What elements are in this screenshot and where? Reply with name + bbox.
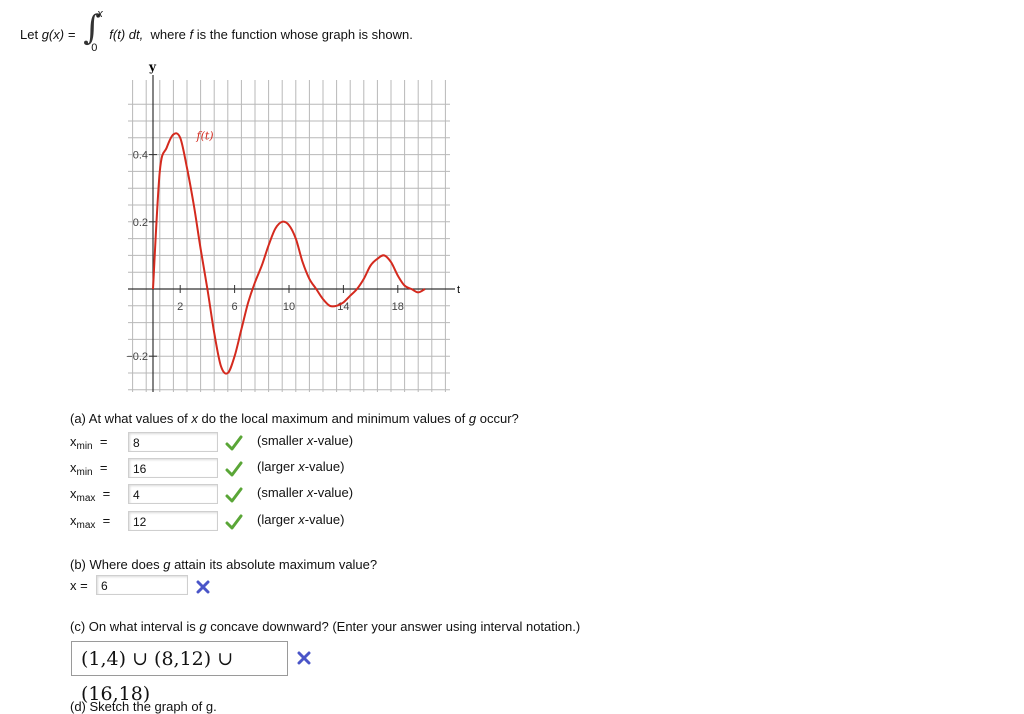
correct-check-icon xyxy=(225,435,243,451)
answer-label: xmax = xyxy=(70,513,111,531)
x-tick-label: 2 xyxy=(177,301,183,313)
y-tick-label: 0.2 xyxy=(133,217,148,229)
answer-row: xmax = xyxy=(70,484,128,506)
x-tick-label: 18 xyxy=(392,301,404,313)
answer-row: xmin = xyxy=(70,458,128,480)
answer-row: xmin = xyxy=(70,432,128,454)
curve-label: f(t) xyxy=(196,129,214,142)
answer-note: (larger x-value) xyxy=(257,512,345,527)
answer-field[interactable]: 4 xyxy=(128,484,218,504)
answer-row: xmax = xyxy=(70,511,128,533)
graph-grid xyxy=(128,80,450,392)
part-b-label: x = xyxy=(70,578,88,593)
part-c-question: (c) On what interval is g concave downwa… xyxy=(70,619,581,634)
correct-check-icon xyxy=(225,461,243,477)
t-axis-label: t xyxy=(457,284,460,296)
y-tick-label: −0.2 xyxy=(126,351,148,363)
part-b-question: (b) Where does g attain its absolute max… xyxy=(70,557,378,572)
part-c-answer-field[interactable]: (1,4) ∪ (8,12) ∪ (16,18) xyxy=(71,641,288,705)
incorrect-x-icon xyxy=(196,580,210,594)
y-axis-label: y xyxy=(148,60,157,74)
f-curve xyxy=(152,132,426,375)
answer-field[interactable]: 12 xyxy=(128,511,218,531)
x-tick-label: 10 xyxy=(283,301,295,313)
answer-field[interactable]: 16 xyxy=(128,458,218,478)
part-b-answer-field[interactable]: 6 xyxy=(96,575,188,595)
answer-label: xmax = xyxy=(70,486,111,504)
y-tick-label: 0.4 xyxy=(133,150,148,162)
answer-note: (smaller x-value) xyxy=(257,485,354,500)
answer-field[interactable]: 8 xyxy=(128,432,218,452)
answer-label: xmin = xyxy=(70,460,108,478)
part-d-question: (d) Sketch the graph of g. xyxy=(70,699,217,714)
answer-label: xmin = xyxy=(70,434,108,452)
answer-note: (smaller x-value) xyxy=(257,433,354,448)
correct-check-icon xyxy=(225,514,243,530)
incorrect-x-icon xyxy=(297,651,311,665)
correct-check-icon xyxy=(225,487,243,503)
x-tick-label: 6 xyxy=(232,301,238,313)
function-graph: 0.40.2−0.22 6 10 14 18 y t f(t) xyxy=(126,60,460,392)
graph-axes xyxy=(128,75,455,392)
answer-note: (larger x-value) xyxy=(257,459,345,474)
part-a-question: (a) At what values of x do the local max… xyxy=(70,411,519,426)
